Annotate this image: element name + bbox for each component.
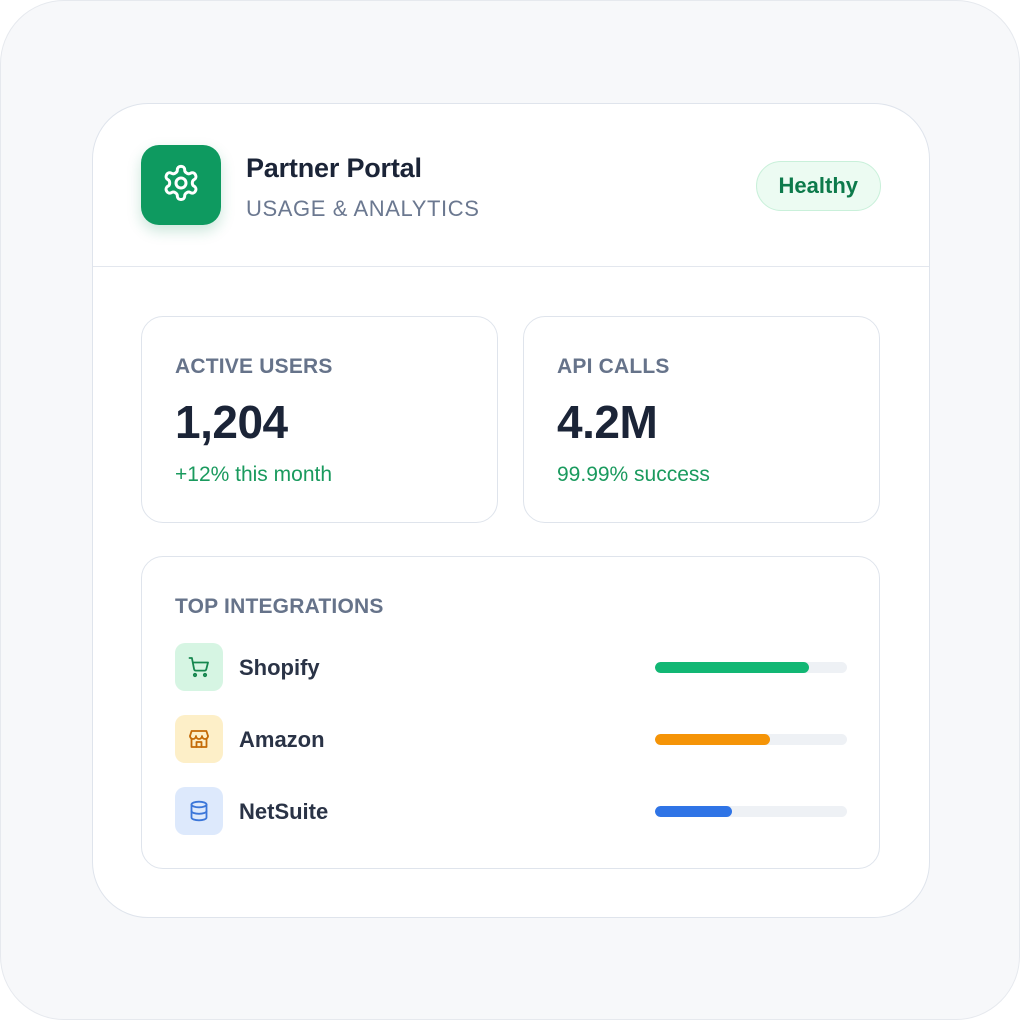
integration-row-shopify[interactable]: Shopify: [175, 643, 847, 691]
usage-bar-fill: [655, 806, 732, 817]
integration-row-netsuite[interactable]: NetSuite: [175, 787, 847, 835]
top-integrations-panel: TOP INTEGRATIONS Shopify Amazon NetSuite: [141, 556, 880, 869]
section-heading: TOP INTEGRATIONS: [175, 595, 384, 618]
stat-value: 4.2M: [557, 396, 658, 448]
portal-card: Partner Portal USAGE & ANALYTICS Healthy…: [92, 103, 930, 918]
storefront-icon: [175, 715, 223, 763]
status-badge: Healthy: [755, 161, 881, 211]
stat-card-active-users: ACTIVE USERS 1,204 +12% this month: [141, 316, 498, 523]
stat-label: API CALLS: [557, 355, 670, 378]
integration-name: Amazon: [239, 727, 325, 752]
usage-bar-fill: [655, 734, 771, 745]
outer-frame: Partner Portal USAGE & ANALYTICS Healthy…: [0, 0, 1020, 1020]
usage-bar: [655, 734, 847, 745]
stat-trend: +12% this month: [175, 463, 333, 486]
integration-name: NetSuite: [239, 799, 329, 824]
card-header: Partner Portal USAGE & ANALYTICS Healthy: [93, 104, 929, 267]
page-title: Partner Portal: [246, 153, 422, 183]
page-subtitle: USAGE & ANALYTICS: [246, 196, 480, 221]
stat-label: ACTIVE USERS: [175, 355, 333, 378]
integration-name: Shopify: [239, 655, 320, 680]
integration-row-amazon[interactable]: Amazon: [175, 715, 847, 763]
stat-value: 1,204: [175, 396, 288, 448]
gear-icon: [161, 163, 201, 208]
usage-bar: [655, 806, 847, 817]
usage-bar: [655, 662, 847, 673]
stat-card-api-calls: API CALLS 4.2M 99.99% success: [523, 316, 880, 523]
stat-trend: 99.99% success: [557, 463, 710, 486]
app-logo: [141, 145, 221, 225]
cart-icon: [175, 643, 223, 691]
database-icon: [175, 787, 223, 835]
usage-bar-fill: [655, 662, 809, 673]
